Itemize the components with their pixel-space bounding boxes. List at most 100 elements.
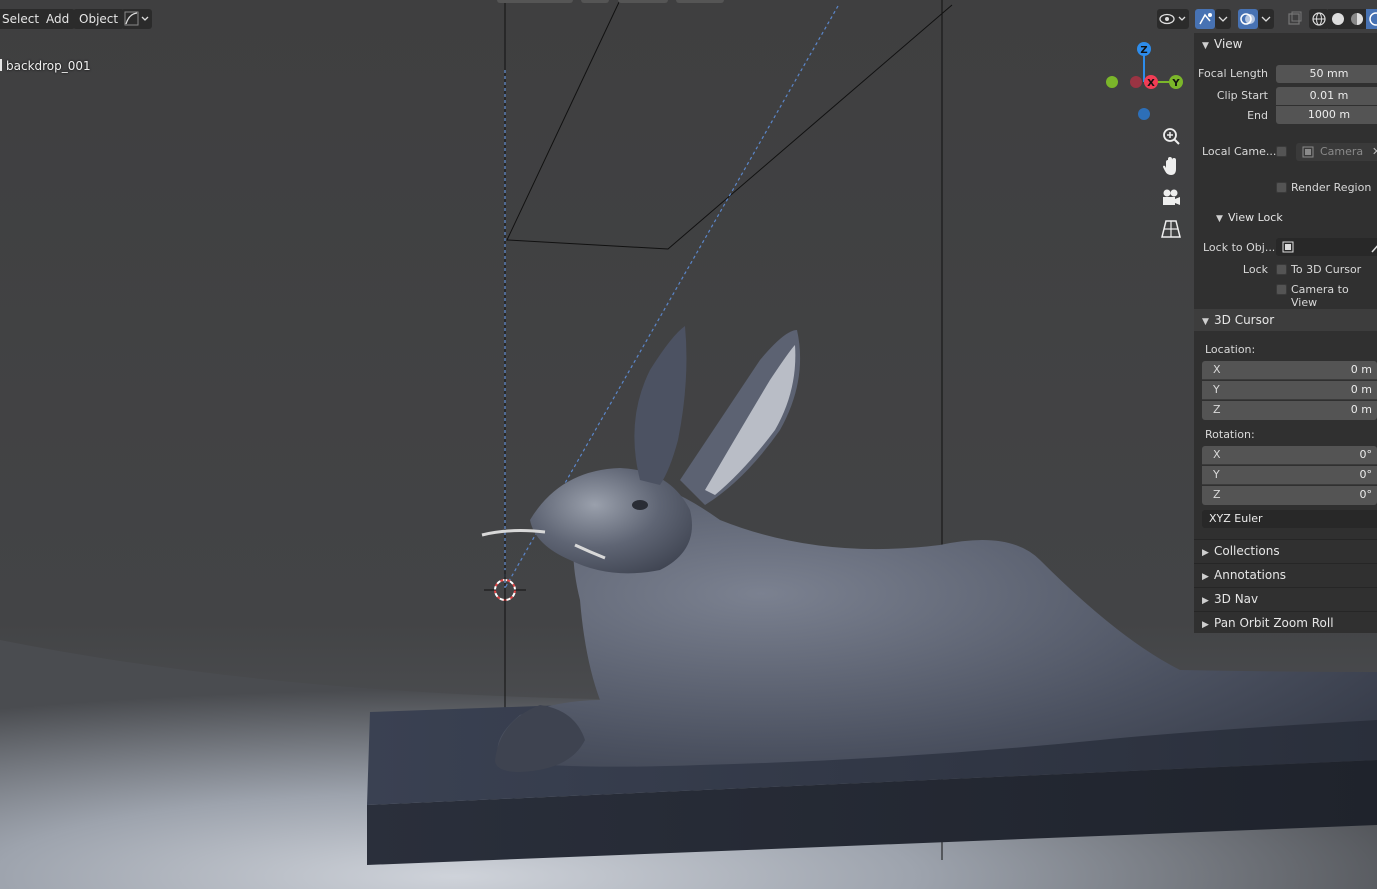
- local-camera-field[interactable]: Camera ✕: [1296, 143, 1377, 161]
- expanded-triangle-icon: ▼: [1202, 41, 1209, 51]
- chevron-down-icon: [1218, 16, 1228, 22]
- lock-to-3d-cursor-checkbox[interactable]: [1276, 264, 1287, 275]
- collapsed-panel-header[interactable]: ▶ Pan Orbit Zoom Roll: [1194, 611, 1377, 633]
- rotation-y-field[interactable]: Y 0°: [1202, 466, 1377, 485]
- collapsed-panel-title: Annotations: [1214, 568, 1287, 582]
- 3d-cursor-panel-header[interactable]: ▼ 3D Cursor: [1194, 309, 1377, 331]
- zoom-button[interactable]: [1158, 123, 1184, 149]
- local-camera-value: Camera: [1320, 145, 1364, 158]
- clip-start-label: Clip Start: [1216, 89, 1268, 102]
- rendered-shading[interactable]: [1366, 9, 1377, 29]
- location-x-field[interactable]: X 0 m: [1202, 361, 1377, 380]
- eyedropper-icon[interactable]: [1370, 238, 1377, 256]
- xray-icon: [1288, 11, 1302, 25]
- add-menu[interactable]: Add: [40, 9, 76, 29]
- collapsed-panel-title: Pan Orbit Zoom Roll: [1214, 616, 1334, 630]
- lock-to-object-label: Lock to Obj...: [1203, 241, 1276, 254]
- 3d-cursor[interactable]: [494, 579, 516, 601]
- gizmo-x-label: X: [1147, 78, 1155, 89]
- xray-toggle[interactable]: [1284, 9, 1304, 29]
- rendered-sphere-icon: [1369, 12, 1377, 26]
- overlays-toggle[interactable]: [1238, 9, 1258, 29]
- hand-icon: [1163, 157, 1176, 175]
- eye-icon: [1159, 13, 1186, 25]
- location-axis-label: Y: [1213, 383, 1220, 396]
- clip-end-field[interactable]: 1000 m: [1276, 106, 1377, 124]
- rotation-axis-label: Y: [1213, 468, 1220, 481]
- location-axis-label: Z: [1213, 403, 1221, 416]
- material-sphere-icon: [1351, 13, 1363, 25]
- view-lock-header[interactable]: ▼ View Lock: [1194, 207, 1377, 229]
- collapsed-panel-header[interactable]: ▶ 3D Nav: [1194, 587, 1377, 609]
- camera-to-view-checkbox[interactable]: [1276, 284, 1287, 295]
- camera-object-icon: [1302, 146, 1314, 158]
- gizmo-toggle[interactable]: [1195, 9, 1215, 29]
- location-label: Location:: [1205, 343, 1256, 356]
- select-menu[interactable]: Select: [0, 9, 46, 29]
- rotation-x-field[interactable]: X 0°: [1202, 446, 1377, 465]
- navigation-gizmo[interactable]: Z Y X: [1100, 37, 1190, 127]
- render-region-checkbox[interactable]: [1276, 182, 1287, 193]
- location-value: 0 m: [1350, 363, 1372, 376]
- location-axis-label: X: [1213, 363, 1221, 376]
- rotation-z-field[interactable]: Z 0°: [1202, 486, 1377, 505]
- camera-icon: [1163, 189, 1180, 205]
- clip-start-field[interactable]: 0.01 m: [1276, 87, 1377, 105]
- expanded-triangle-icon: ▼: [1202, 317, 1209, 327]
- clear-camera-icon[interactable]: ✕: [1372, 143, 1377, 161]
- local-camera-checkbox[interactable]: [1276, 146, 1287, 157]
- sidebar-n-panel: ▼ View Focal Length 50 mm Clip Start 0.01…: [1194, 33, 1377, 633]
- overlays-icon: [1240, 13, 1255, 25]
- gizmo-z-label: Z: [1140, 45, 1147, 56]
- collapsed-panel-header[interactable]: ▶ Annotations: [1194, 563, 1377, 585]
- gizmo-dropdown[interactable]: [1215, 9, 1231, 29]
- overlays-dropdown[interactable]: [1258, 9, 1274, 29]
- location-value: 0 m: [1350, 383, 1372, 396]
- rotation-axis-label: Z: [1213, 488, 1221, 501]
- object-menu[interactable]: Object: [73, 9, 125, 29]
- collapsed-triangle-icon: ▶: [1202, 620, 1209, 630]
- location-y-field[interactable]: Y 0 m: [1202, 381, 1377, 400]
- focal-length-field[interactable]: 50 mm: [1276, 65, 1377, 83]
- header-fragment: [581, 0, 609, 3]
- rotation-value: 0°: [1359, 448, 1373, 461]
- focal-length-label: Focal Length: [1198, 67, 1268, 80]
- rotation-value: 0°: [1359, 468, 1373, 481]
- zoom-in-icon: [1163, 128, 1180, 145]
- material-preview-shading[interactable]: [1347, 9, 1366, 29]
- header-fragment: [676, 0, 724, 3]
- lock-to-object-field[interactable]: [1276, 238, 1377, 256]
- view-panel-title: View: [1214, 37, 1243, 51]
- collapsed-panel-title: Collections: [1214, 544, 1280, 558]
- pan-button[interactable]: [1158, 154, 1184, 180]
- perspective-toggle-button[interactable]: [1158, 216, 1184, 242]
- proportional-editing-dropdown[interactable]: [121, 9, 152, 29]
- clip-end-label: End: [1247, 109, 1268, 122]
- falloff-curve-icon: [124, 11, 149, 26]
- view-panel-header[interactable]: ▼ View: [1194, 33, 1377, 55]
- header-fragment: [618, 0, 668, 3]
- rotation-label: Rotation:: [1205, 428, 1255, 441]
- rotation-axis-label: X: [1213, 448, 1221, 461]
- active-object-name: backdrop_001: [6, 59, 91, 73]
- gizmo-icon: [1199, 13, 1212, 25]
- 3d-cursor-panel-title: 3D Cursor: [1214, 313, 1275, 327]
- location-value: 0 m: [1350, 403, 1372, 416]
- location-z-field[interactable]: Z 0 m: [1202, 401, 1377, 420]
- rotation-value: 0°: [1359, 488, 1373, 501]
- collapsed-panel-title: 3D Nav: [1214, 592, 1259, 606]
- camera-view-button[interactable]: [1158, 185, 1184, 211]
- solid-shading[interactable]: [1328, 9, 1347, 29]
- collapsed-triangle-icon: ▶: [1202, 572, 1209, 582]
- header-fragment: [497, 0, 573, 3]
- wireframe-shading[interactable]: [1309, 9, 1329, 29]
- visibility-dropdown[interactable]: [1157, 9, 1189, 29]
- rotation-mode-dropdown[interactable]: XYZ Euler: [1202, 510, 1377, 528]
- lock-to-3d-cursor-label: To 3D Cursor: [1291, 263, 1362, 276]
- solid-sphere-icon: [1332, 13, 1344, 25]
- grid-perspective-icon: [1161, 220, 1181, 238]
- 3d-viewport[interactable]: Select Add Object backdrop_001 Z Y X ▼ V…: [0, 0, 1377, 889]
- collapsed-panel-header[interactable]: ▶ Collections: [1194, 539, 1377, 561]
- collapsed-triangle-icon: ▶: [1202, 596, 1209, 606]
- chevron-down-icon: [1261, 16, 1271, 22]
